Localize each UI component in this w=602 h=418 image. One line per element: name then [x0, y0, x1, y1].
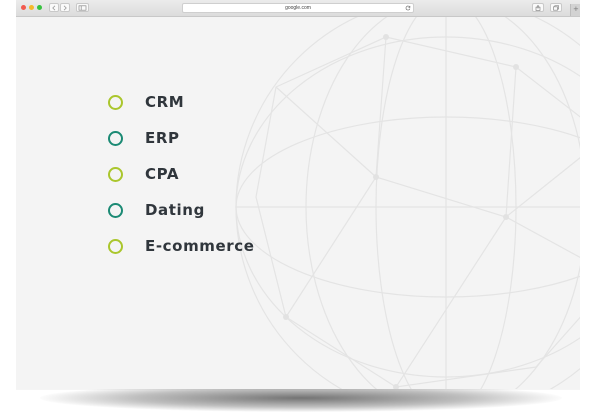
menu-item-e-commerce[interactable]: E-commerce [108, 228, 255, 264]
address-bar[interactable]: google.com [182, 3, 414, 13]
ring-icon [108, 130, 123, 146]
menu-item-label: E-commerce [145, 237, 255, 255]
sidebar-toggle-button[interactable] [76, 3, 89, 12]
new-tab-button[interactable]: + [570, 4, 580, 16]
zoom-window-button[interactable] [37, 5, 42, 10]
menu-item-label: CRM [145, 93, 185, 111]
ring-icon [108, 238, 123, 254]
share-icon [535, 5, 541, 11]
show-tabs-button[interactable] [550, 3, 562, 12]
ring-icon [108, 166, 123, 182]
category-menu: CRM ERP CPA Dating E-commerce [108, 84, 255, 264]
menu-item-erp[interactable]: ERP [108, 120, 255, 156]
back-chevron-icon [52, 5, 56, 11]
minimize-window-button[interactable] [29, 5, 34, 10]
sidebar-icon [78, 5, 87, 11]
menu-item-label: Dating [145, 201, 205, 219]
menu-item-label: ERP [145, 129, 180, 147]
menu-item-crm[interactable]: CRM [108, 84, 255, 120]
browser-toolbar: google.com + [16, 0, 580, 17]
back-button[interactable] [49, 3, 59, 12]
globe-background [235, 17, 580, 389]
tabs-icon [553, 5, 559, 11]
plus-icon: + [573, 5, 579, 13]
address-text: google.com [285, 5, 311, 11]
menu-item-label: CPA [145, 165, 180, 183]
forward-button[interactable] [60, 3, 70, 12]
forward-chevron-icon [63, 5, 67, 11]
menu-item-cpa[interactable]: CPA [108, 156, 255, 192]
screenshot-stage: google.com + CRM ERP CPA Dating E-commer… [0, 0, 602, 418]
share-button[interactable] [532, 3, 544, 12]
menu-item-dating[interactable]: Dating [108, 192, 255, 228]
ring-icon [108, 202, 123, 218]
ring-icon [108, 94, 123, 110]
page-content: CRM ERP CPA Dating E-commerce [16, 17, 580, 389]
browser-window: google.com + CRM ERP CPA Dating E-commer… [16, 0, 580, 389]
reload-icon[interactable] [405, 5, 411, 11]
close-window-button[interactable] [21, 5, 26, 10]
